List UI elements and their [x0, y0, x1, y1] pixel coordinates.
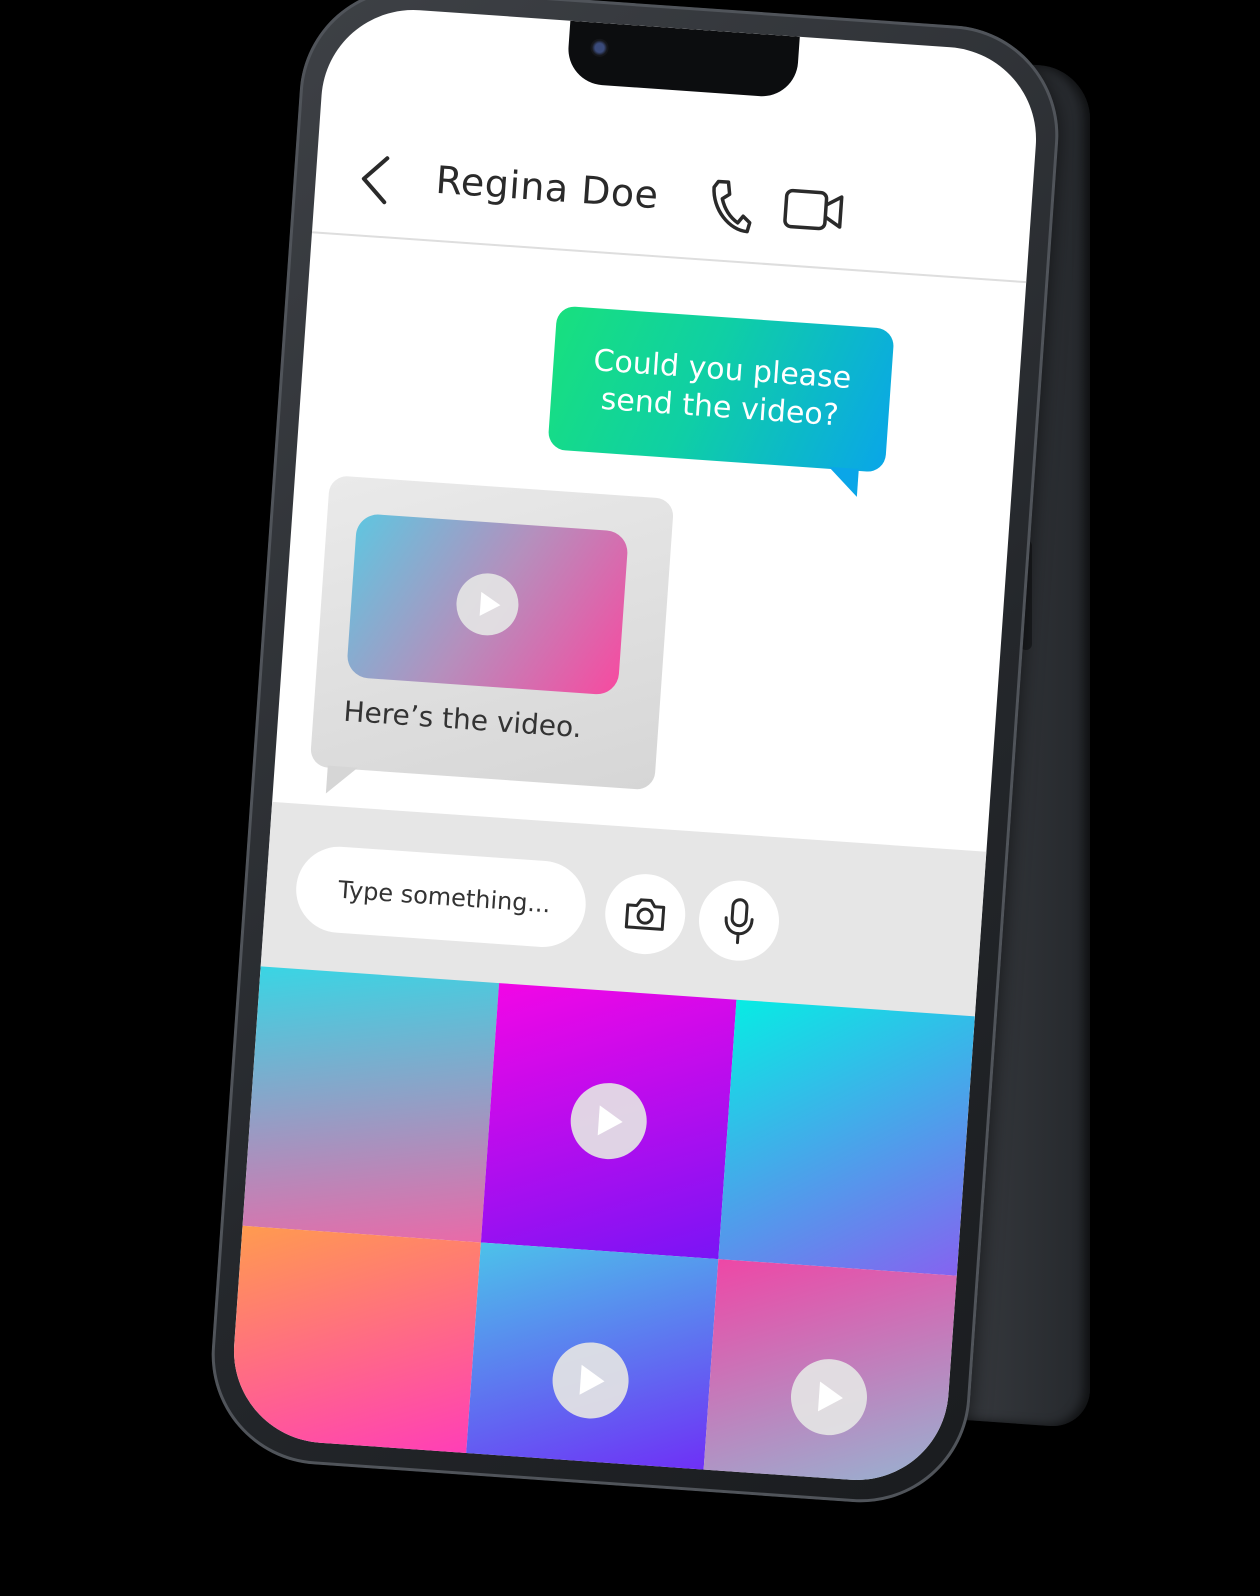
call-button[interactable]: [705, 175, 755, 240]
media-gallery: [227, 966, 975, 1487]
chevron-left-icon: [361, 156, 390, 205]
play-icon: [818, 1381, 845, 1414]
message-input[interactable]: [293, 843, 589, 950]
play-button[interactable]: [788, 1356, 870, 1438]
media-tile-6[interactable]: [700, 1259, 957, 1487]
media-tile-3[interactable]: [718, 999, 975, 1276]
play-icon: [598, 1105, 625, 1138]
front-camera: [589, 38, 610, 58]
play-button[interactable]: [454, 571, 521, 638]
play-button[interactable]: [568, 1080, 650, 1162]
outgoing-message-text: Could you please send the video?: [590, 342, 853, 436]
incoming-message-caption: Here’s the video.: [342, 694, 583, 745]
camera-icon: [624, 898, 666, 931]
camera-button[interactable]: [602, 871, 688, 957]
back-button[interactable]: [354, 150, 398, 209]
video-call-button[interactable]: [781, 186, 846, 238]
play-icon: [479, 591, 501, 618]
play-icon: [580, 1364, 607, 1397]
media-tile-2[interactable]: [480, 983, 737, 1260]
media-tile-1[interactable]: [242, 966, 499, 1243]
phone-screen: Regina Doe Could you please send the vid…: [227, 3, 1043, 1487]
media-tile-5[interactable]: [462, 1242, 719, 1487]
contact-name: Regina Doe: [434, 157, 661, 218]
phone-icon: [712, 179, 752, 234]
video-attachment[interactable]: [346, 513, 629, 696]
phone-device: Regina Doe Could you please send the vid…: [204, 0, 1066, 1510]
outgoing-message: Could you please send the video?: [547, 305, 895, 473]
microphone-icon: [724, 898, 754, 945]
incoming-message: Here’s the video.: [309, 475, 675, 791]
chat-header: Regina Doe: [311, 123, 1034, 284]
play-button[interactable]: [549, 1339, 632, 1422]
microphone-button[interactable]: [696, 877, 782, 964]
video-camera-icon: [783, 188, 844, 231]
